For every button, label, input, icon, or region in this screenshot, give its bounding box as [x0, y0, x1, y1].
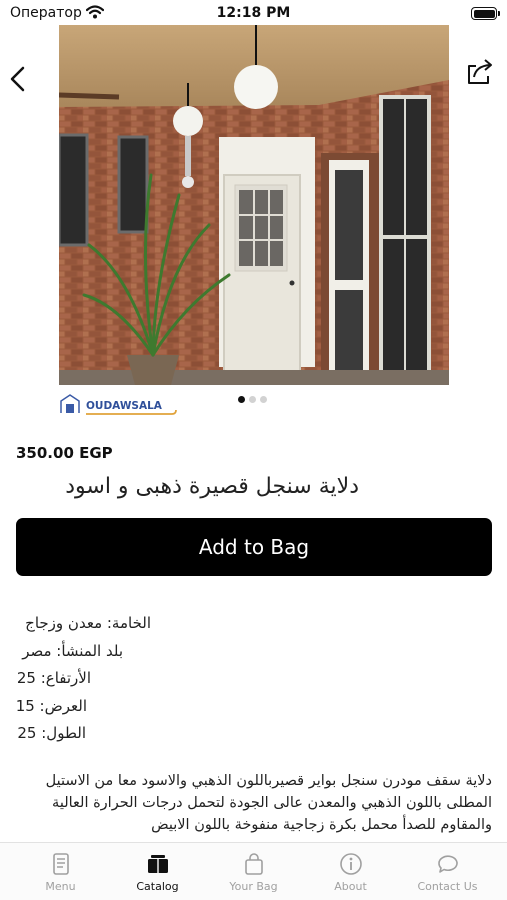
battery-level: [473, 9, 495, 18]
tab-contact-us[interactable]: Contact Us: [397, 843, 498, 900]
tab-menu[interactable]: Menu: [10, 843, 111, 900]
tab-catalog-label: Catalog: [136, 880, 179, 893]
spec-length: الطول: 25: [17, 724, 86, 742]
tab-bar: Menu Catalog Your Bag About Contact Us: [0, 842, 507, 900]
tab-contact-us-label: Contact Us: [417, 880, 478, 893]
brand-logo: OUDAWSALA: [58, 391, 178, 417]
tab-menu-label: Menu: [45, 880, 76, 893]
share-icon: [468, 59, 492, 84]
catalog-icon: [148, 855, 168, 873]
status-time: 12:18 PM: [216, 5, 291, 21]
spec-origin: بلد المنشأ: مصر: [22, 642, 123, 660]
spec-material: الخامة: معدن وزجاج: [25, 614, 151, 632]
add-to-bag-button[interactable]: Add to Bag: [16, 518, 492, 576]
tab-your-bag-label: Your Bag: [229, 880, 278, 893]
back-button[interactable]: [6, 62, 30, 96]
svg-text:OUDAWSALA: OUDAWSALA: [86, 400, 163, 412]
status-bar: Оператор 12:18 PM: [0, 0, 507, 28]
product-price: 350.00 EGP: [16, 444, 113, 462]
spec-width: العرض: 15: [15, 697, 87, 715]
pager-dot[interactable]: [260, 396, 267, 403]
battery-icon: [471, 7, 500, 20]
chevron-left-icon: [10, 66, 25, 92]
pager-dot[interactable]: [238, 396, 245, 403]
tab-catalog[interactable]: Catalog: [107, 843, 208, 900]
bag-icon: [245, 853, 263, 875]
chat-icon: [438, 855, 458, 873]
tab-your-bag[interactable]: Your Bag: [203, 843, 304, 900]
product-photo: [59, 25, 449, 385]
product-image[interactable]: [59, 25, 449, 385]
product-description: دلاية سقف مودرن سنجل بواير قصيرباللون ال…: [45, 773, 492, 833]
image-pager[interactable]: [236, 396, 276, 404]
share-button[interactable]: [464, 56, 496, 88]
pager-dot[interactable]: [249, 396, 256, 403]
tab-about-label: About: [334, 880, 367, 893]
info-icon: [340, 853, 362, 875]
product-title: دلاية سنجل قصيرة ذهبى و اسود: [65, 474, 359, 499]
menu-book-icon: [53, 853, 69, 875]
tab-about[interactable]: About: [300, 843, 401, 900]
spec-height: الأرتفاع: 25: [16, 669, 91, 687]
